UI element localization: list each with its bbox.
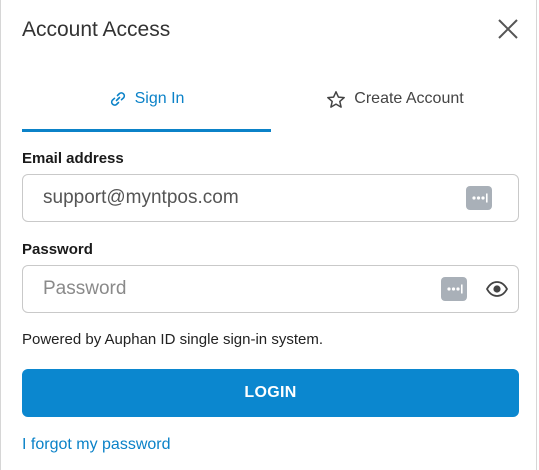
tab-sign-in[interactable]: Sign In (22, 80, 271, 132)
password-manager-icon[interactable] (466, 186, 492, 210)
tab-bar: Sign In Create Account (22, 80, 519, 132)
tab-create-account[interactable]: Create Account (271, 80, 519, 132)
email-label: Email address (22, 150, 124, 167)
powered-by-text: Powered by Auphan ID single sign-in syst… (22, 331, 323, 348)
password-label: Password (22, 241, 93, 258)
password-field-wrapper (22, 265, 519, 313)
link-icon (109, 90, 127, 113)
password-manager-icon[interactable] (441, 277, 467, 301)
dialog-title: Account Access (22, 18, 171, 41)
password-field[interactable] (43, 266, 443, 312)
star-icon (326, 90, 346, 115)
account-access-dialog: Account Access Sign In Create Account Em… (0, 0, 537, 470)
tab-sign-in-label: Sign In (134, 90, 185, 107)
eye-icon[interactable] (485, 278, 509, 300)
login-button[interactable]: LOGIN (22, 369, 519, 417)
forgot-password-link[interactable]: I forgot my password (22, 436, 171, 454)
email-field[interactable] (43, 175, 443, 221)
close-icon[interactable] (495, 16, 521, 42)
email-field-wrapper (22, 174, 519, 222)
tab-create-account-label: Create Account (354, 90, 464, 107)
